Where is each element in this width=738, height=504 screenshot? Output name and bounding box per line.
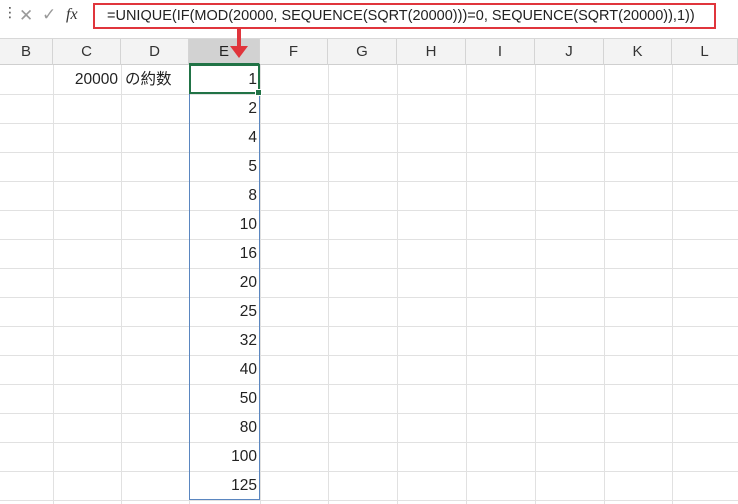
column-header-c[interactable]: C <box>53 39 121 65</box>
grid-line <box>0 471 738 472</box>
column-header-g[interactable]: G <box>328 39 397 65</box>
grid-line <box>53 65 54 504</box>
grid-line <box>0 326 738 327</box>
cell-e-divisor[interactable]: 2 <box>189 94 260 123</box>
column-header-j[interactable]: J <box>535 39 604 65</box>
grid-line <box>328 65 329 504</box>
grid-line <box>260 65 261 504</box>
grid-line <box>0 413 738 414</box>
cell-e-divisor[interactable]: 25 <box>189 297 260 326</box>
column-header-k[interactable]: K <box>604 39 672 65</box>
grid-line <box>0 442 738 443</box>
grid-line <box>466 65 467 504</box>
cell-e-divisor[interactable]: 100 <box>189 442 260 471</box>
annotation-arrow-icon <box>230 46 248 58</box>
cell-e-divisor[interactable]: 20 <box>189 268 260 297</box>
more-options-icon[interactable]: ⋮ <box>3 5 17 19</box>
grid-line <box>535 65 536 504</box>
grid-line <box>0 181 738 182</box>
formula-bar: ⋮ ✕ ✓ fx =UNIQUE(IF(MOD(20000, SEQUENCE(… <box>0 0 738 36</box>
column-header-row: B C D E F G H I J K L <box>0 38 738 65</box>
cell-e-divisor[interactable]: 32 <box>189 326 260 355</box>
grid-line <box>0 297 738 298</box>
grid-line <box>0 239 738 240</box>
grid-line <box>0 500 738 501</box>
cell-e-divisor[interactable]: 10 <box>189 210 260 239</box>
cell-e-divisor[interactable]: 40 <box>189 355 260 384</box>
cell-e-divisor[interactable]: 125 <box>189 471 260 500</box>
grid-line <box>672 65 673 504</box>
fill-handle[interactable] <box>255 89 262 96</box>
column-header-f[interactable]: F <box>260 39 328 65</box>
check-icon[interactable]: ✓ <box>42 5 56 25</box>
cell-e-divisor[interactable]: 8 <box>189 181 260 210</box>
fx-icon[interactable]: fx <box>66 6 78 24</box>
grid-line <box>0 355 738 356</box>
cell-c2[interactable]: 20000 <box>53 65 121 94</box>
column-header-l[interactable]: L <box>672 39 738 65</box>
cell-e-divisor[interactable]: 80 <box>189 413 260 442</box>
grid-line <box>121 65 122 504</box>
grid-line <box>0 384 738 385</box>
grid-line <box>0 123 738 124</box>
active-cell-outline <box>189 64 260 94</box>
cell-d2[interactable]: の約数 <box>125 65 189 94</box>
grid-line <box>0 210 738 211</box>
column-header-h[interactable]: H <box>397 39 466 65</box>
cell-e-divisor[interactable]: 4 <box>189 123 260 152</box>
column-header-b[interactable]: B <box>0 39 53 65</box>
column-header-e[interactable]: E <box>189 39 260 65</box>
column-header-d[interactable]: D <box>121 39 189 65</box>
cell-e-divisor[interactable]: 5 <box>189 152 260 181</box>
spreadsheet-grid: B C D E F G H I J K L <box>0 38 738 504</box>
grid-line <box>397 65 398 504</box>
cell-e-divisor[interactable]: 50 <box>189 384 260 413</box>
column-header-i[interactable]: I <box>466 39 535 65</box>
formula-input[interactable]: =UNIQUE(IF(MOD(20000, SEQUENCE(SQRT(2000… <box>93 3 716 29</box>
grid-line <box>0 94 738 95</box>
grid-line <box>0 268 738 269</box>
cell-e-divisor[interactable]: 16 <box>189 239 260 268</box>
grid-line <box>604 65 605 504</box>
close-icon[interactable]: ✕ <box>19 6 33 26</box>
grid-line <box>0 152 738 153</box>
